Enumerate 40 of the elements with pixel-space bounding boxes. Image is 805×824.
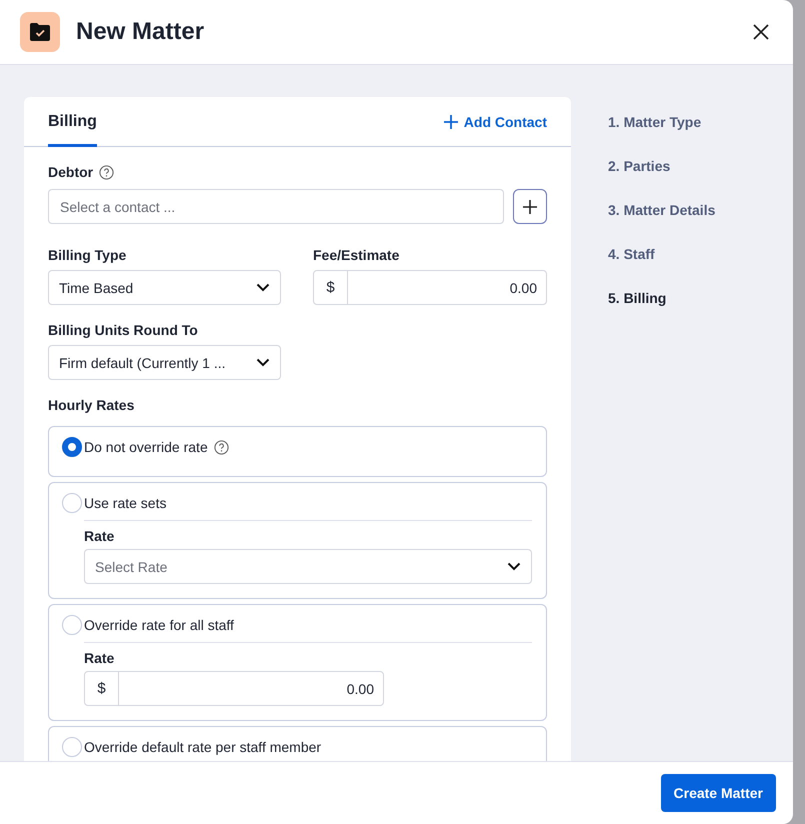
option-label: Override rate for all staff: [84, 617, 234, 633]
field-label: Rate: [84, 649, 116, 667]
currency-prefix: $: [314, 271, 348, 304]
currency-prefix: $: [85, 672, 119, 705]
create-matter-button[interactable]: Create Matter: [660, 774, 776, 812]
help-icon[interactable]: [214, 440, 229, 454]
folder-check-icon: [20, 12, 60, 52]
radio-button[interactable]: [62, 437, 82, 457]
option-label: Use rate sets: [84, 495, 166, 511]
step-link[interactable]: 3. Matter Details: [608, 200, 716, 219]
rate-amount-field[interactable]: $ 0.00: [84, 671, 384, 706]
section-label: Hourly Rates: [48, 396, 136, 414]
option-label: Override default rate per staff member: [84, 739, 322, 755]
step-link[interactable]: 2. Parties: [608, 156, 716, 175]
add-debtor-button[interactable]: [513, 189, 547, 224]
plus-icon: [444, 114, 458, 128]
rate-input-field[interactable]: 0.00: [119, 672, 383, 705]
help-icon[interactable]: [99, 164, 114, 180]
billing-tab[interactable]: Billing: [48, 97, 97, 147]
field-label: Billing Units Round To: [48, 321, 199, 339]
chevron-down-icon: [256, 283, 270, 292]
contact-input-field[interactable]: Select a contact ...: [48, 189, 504, 224]
fee-estimate-input-field[interactable]: 0.00: [348, 271, 546, 304]
step-link[interactable]: 4. Staff: [608, 244, 716, 263]
rate-select[interactable]: Select Rate: [84, 549, 532, 584]
chevron-down-icon: [256, 358, 270, 367]
field-label: Debtor: [48, 164, 94, 180]
fee-estimate-field[interactable]: $ 0.00: [313, 270, 547, 305]
chevron-down-icon: [507, 562, 521, 571]
option-label: Do not override rate: [84, 439, 208, 455]
billing-units-select[interactable]: Firm default (Currently 1 ...: [48, 345, 281, 380]
add-contact-link[interactable]: Add Contact: [444, 97, 547, 146]
field-label: Rate: [84, 527, 116, 545]
plus-icon: [523, 200, 537, 214]
billing-type-select[interactable]: Time Based: [48, 270, 281, 305]
step-link[interactable]: 1. Matter Type: [608, 112, 716, 131]
step-link[interactable]: 5. Billing: [608, 288, 716, 307]
field-label: Billing Type: [48, 246, 128, 264]
field-label: Fee/Estimate: [313, 246, 400, 264]
dialog-title: New Matter: [76, 18, 206, 46]
